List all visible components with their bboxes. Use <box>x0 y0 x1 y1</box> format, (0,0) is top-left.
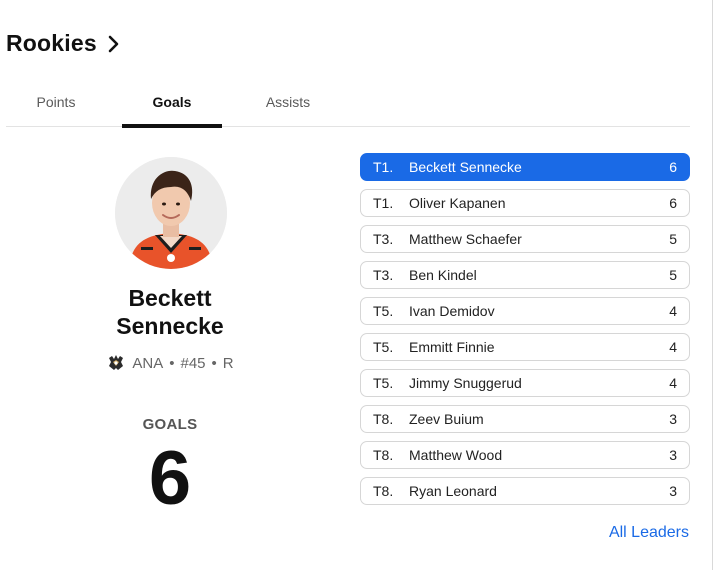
section-title: Rookies <box>6 30 97 56</box>
leader-value: 3 <box>669 483 677 499</box>
leader-rank: T5. <box>373 303 394 319</box>
rookies-header-link[interactable]: Rookies <box>6 30 121 57</box>
leaders-list: T1. Beckett Sennecke 6 T1. Oliver Kapane… <box>360 153 690 513</box>
leader-name: Beckett Sennecke <box>409 159 522 175</box>
leader-row[interactable]: T3. Matthew Schaefer 5 <box>360 225 690 253</box>
ducks-logo-icon <box>109 355 124 370</box>
leader-rank: T8. <box>373 447 394 463</box>
all-leaders-link[interactable]: All Leaders <box>609 524 689 542</box>
leader-rank: T5. <box>373 375 394 391</box>
panel-edge <box>712 0 713 570</box>
leader-name: Ivan Demidov <box>409 303 495 319</box>
leader-name: Oliver Kapanen <box>409 195 506 211</box>
leader-name: Emmitt Finnie <box>409 339 495 355</box>
leader-value: 4 <box>669 339 677 355</box>
leader-row[interactable]: T5. Jimmy Snuggerud 4 <box>360 369 690 397</box>
leader-value: 4 <box>669 303 677 319</box>
leader-rank: T1. <box>373 159 394 175</box>
leader-row[interactable]: T8. Zeev Buium 3 <box>360 405 690 433</box>
leader-rank: T3. <box>373 231 394 247</box>
player-name: Beckett Sennecke <box>70 284 270 340</box>
meta-separator: • <box>169 354 175 372</box>
chevron-right-icon <box>108 35 119 52</box>
leader-value: 5 <box>669 267 677 283</box>
leader-row[interactable]: T3. Ben Kindel 5 <box>360 261 690 289</box>
player-meta: ANA • #45 • R <box>70 353 270 373</box>
leader-value: 3 <box>669 447 677 463</box>
leader-name: Ben Kindel <box>409 267 477 283</box>
leader-name: Matthew Schaefer <box>409 231 522 247</box>
meta-separator: • <box>211 354 217 372</box>
leader-value: 6 <box>669 195 677 211</box>
leader-rank: T8. <box>373 411 394 427</box>
leader-value: 5 <box>669 231 677 247</box>
leader-row[interactable]: T8. Matthew Wood 3 <box>360 441 690 469</box>
jersey-number: #45 <box>180 354 206 372</box>
stat-tabs: Points Goals Assists <box>6 78 690 128</box>
team-abbrev: ANA <box>132 354 164 372</box>
leader-value: 3 <box>669 411 677 427</box>
leader-name: Ryan Leonard <box>409 483 497 499</box>
tab-assists[interactable]: Assists <box>238 78 338 126</box>
leader-row[interactable]: T5. Emmitt Finnie 4 <box>360 333 690 361</box>
leader-rank: T3. <box>373 267 394 283</box>
leader-value: 6 <box>669 159 677 175</box>
stat-label: GOALS <box>142 416 198 433</box>
leader-rank: T8. <box>373 483 394 499</box>
leader-row[interactable]: T1. Oliver Kapanen 6 <box>360 189 690 217</box>
leader-name: Matthew Wood <box>409 447 503 463</box>
player-last-name: Sennecke <box>116 313 224 339</box>
tab-points[interactable]: Points <box>6 78 106 126</box>
tab-goals[interactable]: Goals <box>122 78 222 128</box>
leader-row[interactable]: T8. Ryan Leonard 3 <box>360 477 690 505</box>
leader-rank: T1. <box>373 195 394 211</box>
player-headshot <box>115 157 227 269</box>
player-position: R <box>222 354 234 372</box>
player-first-name: Beckett <box>128 285 212 311</box>
leader-name: Zeev Buium <box>409 411 484 427</box>
leader-row[interactable]: T1. Beckett Sennecke 6 <box>360 153 690 181</box>
leader-row[interactable]: T5. Ivan Demidov 4 <box>360 297 690 325</box>
leader-name: Jimmy Snuggerud <box>409 375 522 391</box>
leader-value: 4 <box>669 375 677 391</box>
leader-rank: T5. <box>373 339 394 355</box>
stat-value: 6 <box>148 436 192 521</box>
